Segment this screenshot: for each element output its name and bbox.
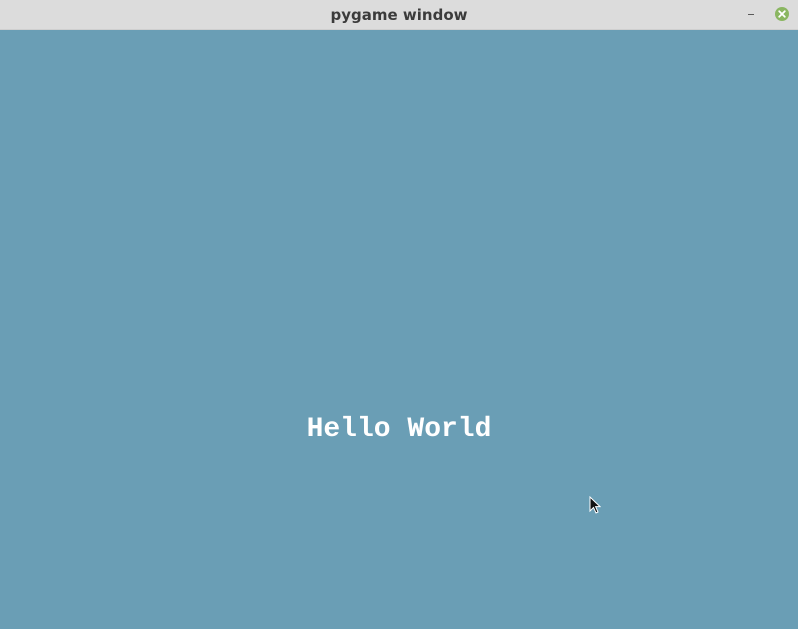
titlebar[interactable]: pygame window <box>0 0 798 30</box>
mouse-pointer-icon <box>589 496 601 514</box>
window-title: pygame window <box>330 6 468 24</box>
game-canvas[interactable]: Hello World <box>0 30 798 629</box>
hello-world-text: Hello World <box>306 414 492 445</box>
minimize-icon <box>748 14 754 15</box>
minimize-button[interactable] <box>744 6 760 22</box>
pygame-window: pygame window Hello World <box>0 0 798 629</box>
close-icon <box>775 7 789 21</box>
close-button[interactable] <box>774 6 790 22</box>
